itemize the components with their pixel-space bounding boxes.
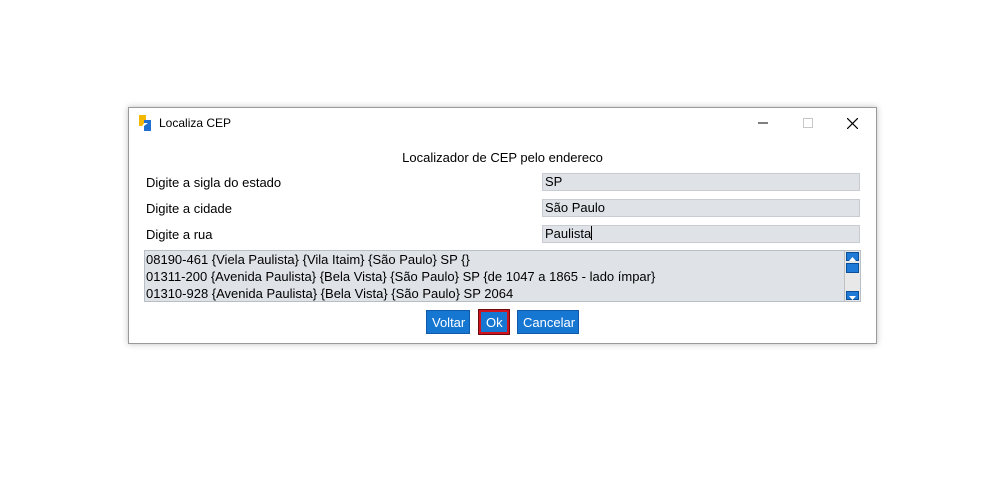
list-item[interactable]: 01310-928 {Avenida Paulista} {Bela Vista… — [146, 285, 844, 302]
text-caret — [591, 226, 593, 240]
ok-button[interactable]: Ok — [478, 309, 510, 335]
results-listbox[interactable]: 08190-461 {Viela Paulista} {Vila Itaim} … — [144, 250, 861, 302]
scroll-thumb[interactable] — [846, 263, 859, 273]
close-icon — [847, 117, 858, 129]
form-heading: Localizador de CEP pelo endereco — [402, 150, 603, 165]
close-button[interactable] — [830, 108, 875, 138]
minimize-icon — [757, 118, 768, 128]
cancel-button[interactable]: Cancelar — [517, 310, 579, 334]
localiza-cep-app-icon — [137, 114, 153, 132]
minimize-button[interactable] — [740, 108, 785, 138]
results-list: 08190-461 {Viela Paulista} {Vila Itaim} … — [146, 251, 844, 301]
city-label: Digite a cidade — [146, 201, 232, 216]
scroll-down-button[interactable] — [846, 291, 859, 300]
state-input-value: SP — [545, 174, 563, 189]
state-input[interactable]: SP — [542, 173, 860, 191]
street-input[interactable]: Paulista — [542, 225, 860, 243]
maximize-button[interactable] — [785, 108, 830, 138]
scroll-up-button[interactable] — [846, 252, 859, 261]
state-label: Digite a sigla do estado — [146, 175, 282, 190]
window-title: Localiza CEP — [159, 116, 232, 130]
street-input-value: Paulista — [545, 226, 592, 241]
title-bar[interactable]: Localiza CEP — [129, 108, 876, 138]
street-label: Digite a rua — [146, 227, 213, 242]
back-button[interactable]: Voltar — [426, 310, 470, 334]
results-scrollbar[interactable] — [844, 251, 860, 301]
localiza-cep-dialog: Localiza CEP Localizador de CEP pelo end… — [128, 107, 877, 344]
list-item[interactable]: 01311-200 {Avenida Paulista} {Bela Vista… — [146, 268, 844, 285]
city-input[interactable]: São Paulo — [542, 199, 860, 217]
maximize-icon — [802, 118, 813, 128]
list-item[interactable]: 08190-461 {Viela Paulista} {Vila Itaim} … — [146, 251, 844, 268]
city-input-value: São Paulo — [545, 200, 605, 215]
chevron-down-icon — [849, 287, 856, 305]
